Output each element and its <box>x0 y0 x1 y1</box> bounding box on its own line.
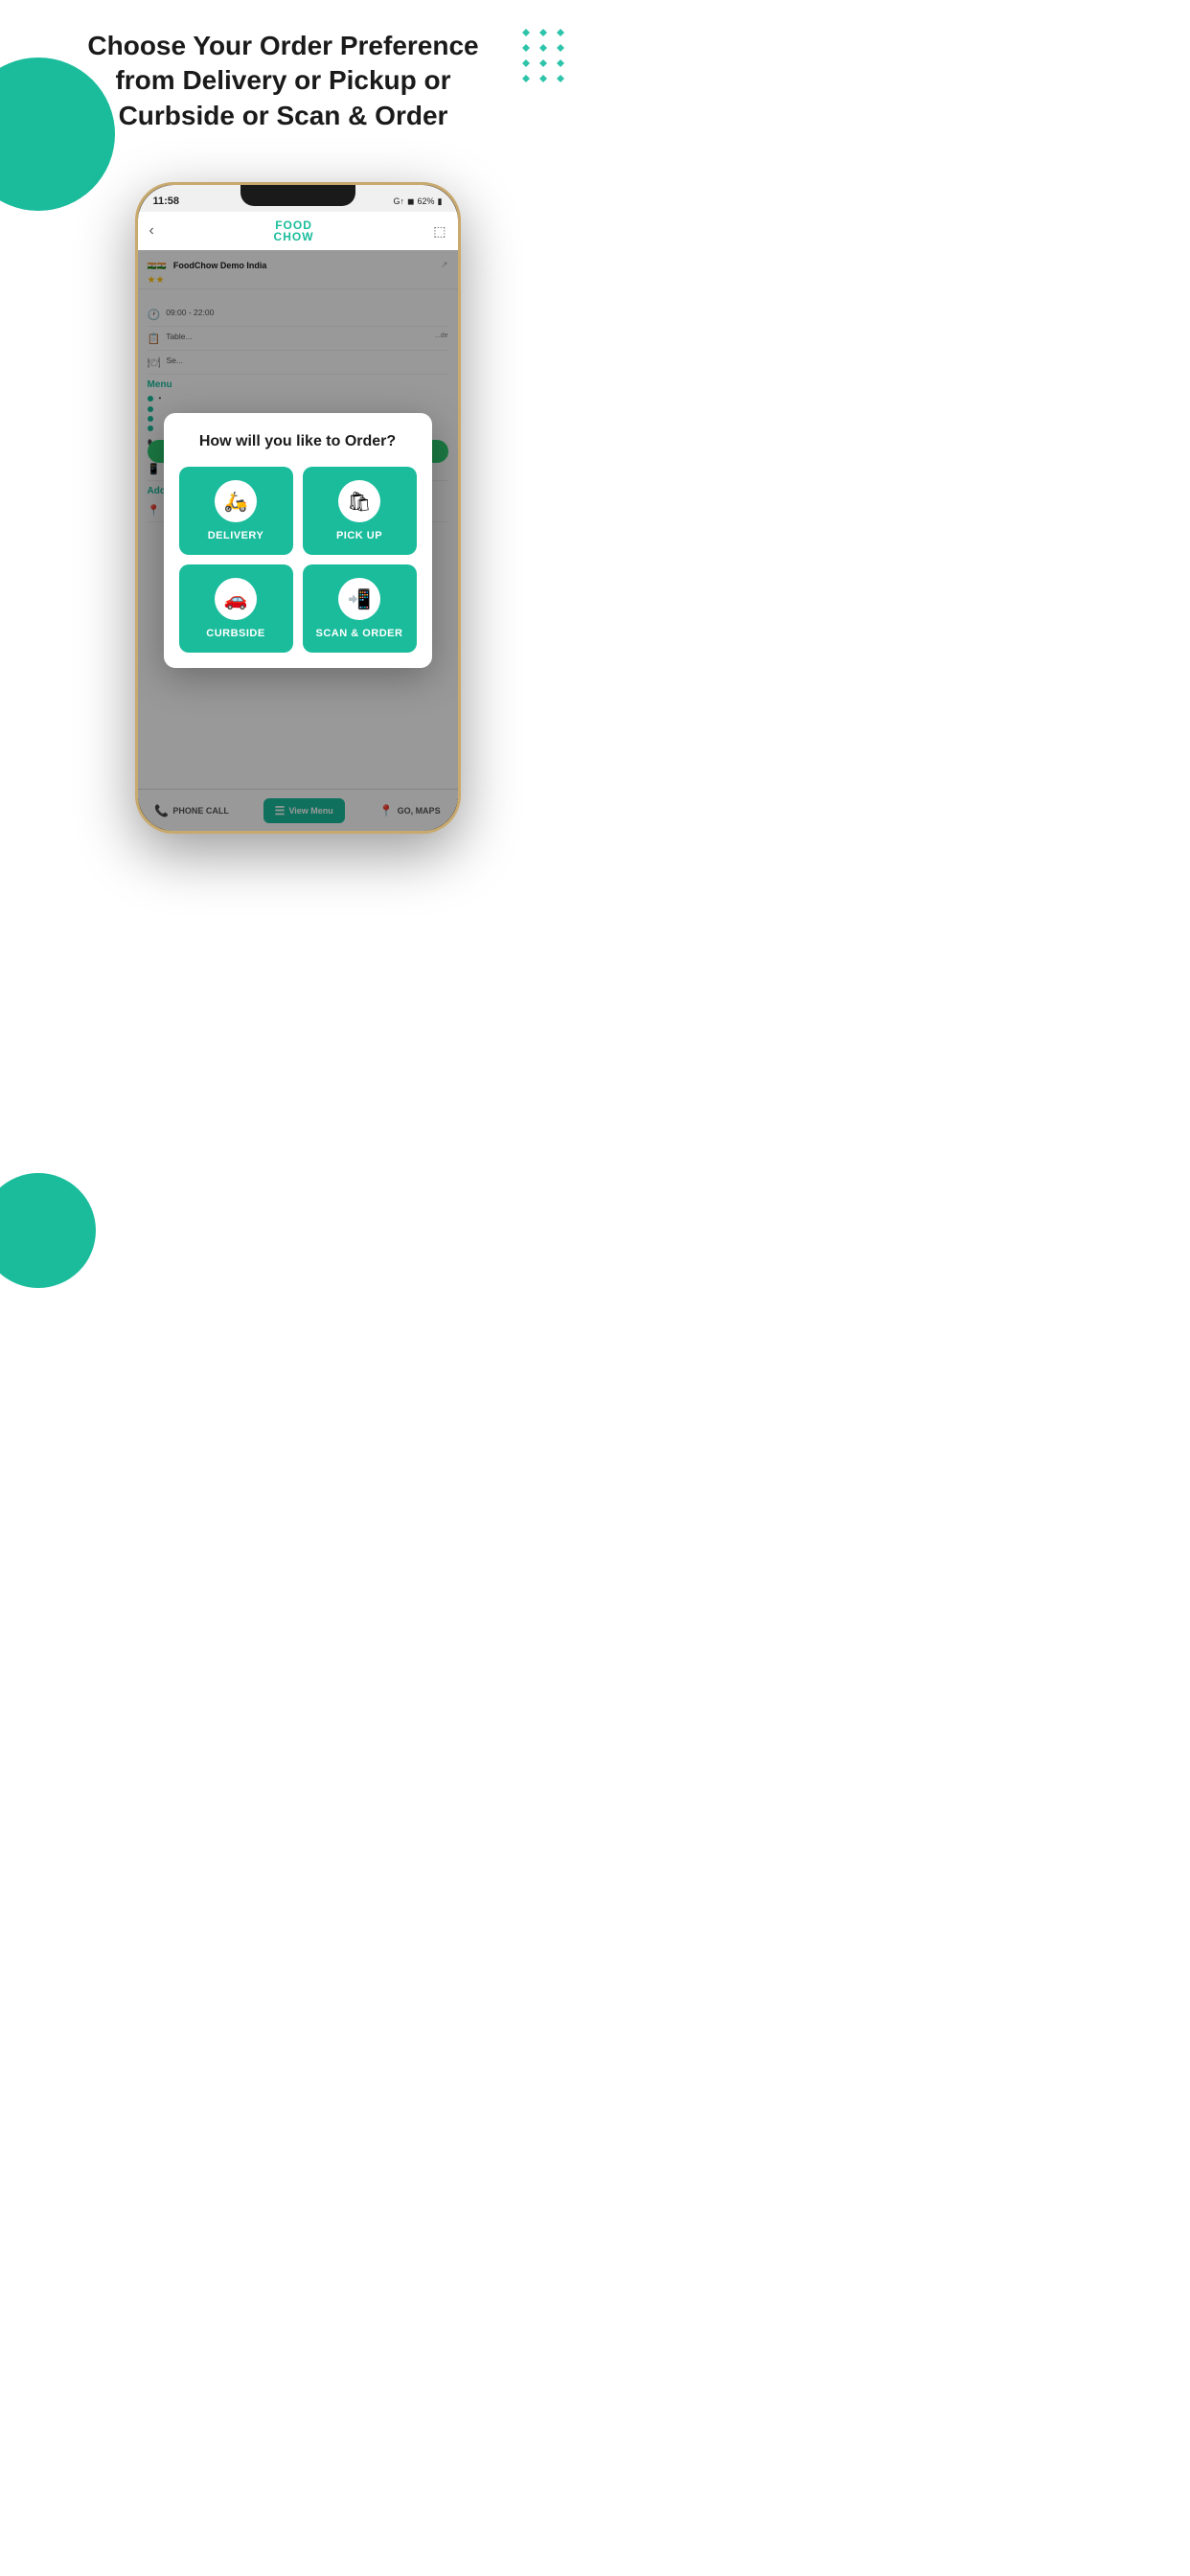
status-icons: G↑ ◼ 62% ▮ <box>394 196 443 207</box>
app-logo: FOOD CHOW <box>274 219 314 242</box>
curbside-label: CURBSIDE <box>206 628 264 639</box>
status-time: 11:58 <box>153 196 180 207</box>
scan-order-label: SCAN & ORDER <box>316 628 403 639</box>
app-header: ‹ FOOD CHOW ⬚ <box>138 212 458 250</box>
wifi-icon: ◼ <box>407 196 414 207</box>
pickup-label: PICK UP <box>336 530 382 541</box>
battery-icon: ▮ <box>438 196 443 207</box>
curbside-icon-circle: 🚗 <box>215 578 257 620</box>
curbside-icon: 🚗 <box>224 587 248 611</box>
modal-title: How will you like to Order? <box>179 432 417 452</box>
scan-order-icon: 📲 <box>348 587 372 611</box>
delivery-icon: 🛵 <box>224 490 248 514</box>
curbside-option[interactable]: 🚗 CURBSIDE <box>179 564 293 653</box>
pickup-option[interactable]: 🛍 PICK UP <box>303 467 417 555</box>
back-button[interactable]: ‹ <box>149 222 154 240</box>
order-preference-modal: How will you like to Order? 🛵 DELIVERY <box>164 413 432 669</box>
battery-text: 62% <box>418 196 435 206</box>
delivery-icon-circle: 🛵 <box>215 480 257 522</box>
scan-order-option[interactable]: 📲 SCAN & ORDER <box>303 564 417 653</box>
delivery-label: DELIVERY <box>208 530 264 541</box>
scan-icon[interactable]: ⬚ <box>433 223 446 240</box>
phone-mockup: 11:58 G↑ ◼ 62% ▮ ‹ FOOD CHOW ⬚ <box>135 182 461 834</box>
pickup-icon: 🛍 <box>347 490 371 514</box>
delivery-option[interactable]: 🛵 DELIVERY <box>179 467 293 555</box>
phone-notch <box>240 185 355 206</box>
page-header: Choose Your Order Preference from Delive… <box>48 29 518 133</box>
pickup-icon-circle: 🛍 <box>338 480 380 522</box>
logo-chow: CHOW <box>274 231 314 242</box>
dots-decoration <box>522 29 566 82</box>
order-options-grid: 🛵 DELIVERY 🛍 PICK UP <box>179 467 417 653</box>
modal-overlay: How will you like to Order? 🛵 DELIVERY <box>138 250 458 831</box>
phone-frame: 11:58 G↑ ◼ 62% ▮ ‹ FOOD CHOW ⬚ <box>135 182 461 834</box>
signal-icon: G↑ <box>394 196 405 206</box>
main-title: Choose Your Order Preference from Delive… <box>48 29 518 133</box>
phone-screen: 11:58 G↑ ◼ 62% ▮ ‹ FOOD CHOW ⬚ <box>138 185 458 831</box>
scan-icon-circle: 📲 <box>338 578 380 620</box>
teal-decoration-bottom <box>0 1173 96 1288</box>
